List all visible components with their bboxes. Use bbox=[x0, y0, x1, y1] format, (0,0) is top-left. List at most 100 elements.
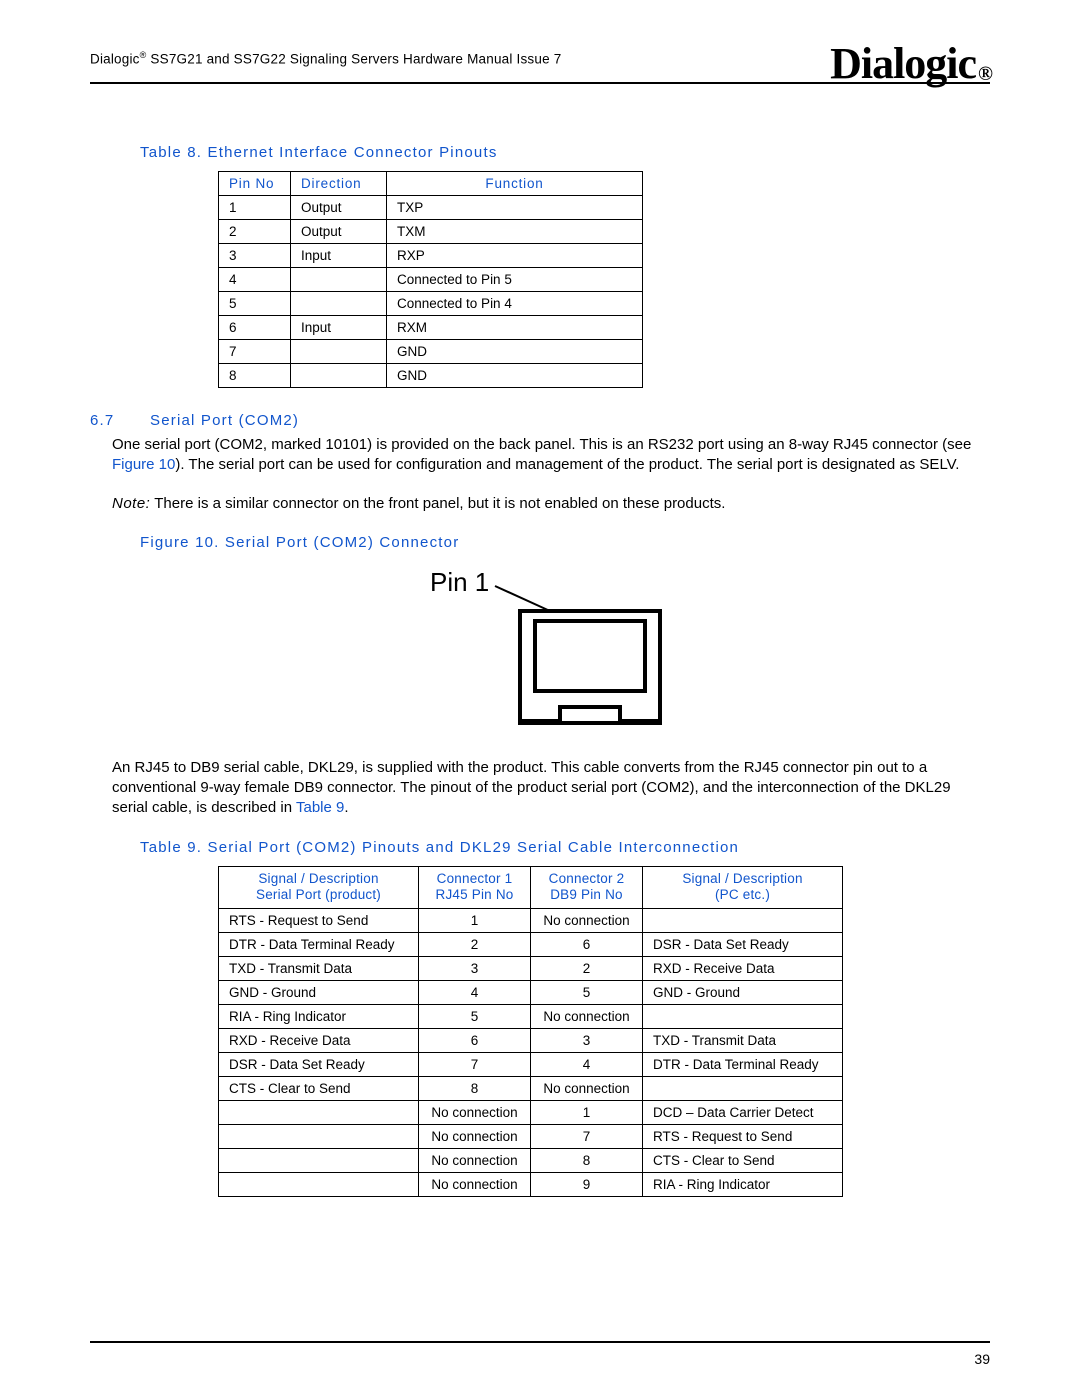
th-pin-no: Pin No bbox=[219, 172, 291, 196]
table-row: DSR - Data Set Ready74DTR - Data Termina… bbox=[219, 1053, 843, 1077]
cell: Connected to Pin 5 bbox=[387, 268, 643, 292]
cell: No connection bbox=[531, 1005, 643, 1029]
cell: No connection bbox=[419, 1173, 531, 1197]
figure-10-link[interactable]: Figure 10 bbox=[112, 456, 175, 473]
cell bbox=[219, 1125, 419, 1149]
cell: 5 bbox=[219, 292, 291, 316]
cell: DTR - Data Terminal Ready bbox=[219, 933, 419, 957]
table-row: 3InputRXP bbox=[219, 244, 643, 268]
table-row: 8 GND bbox=[219, 364, 643, 388]
table-row: 4 Connected to Pin 5 bbox=[219, 268, 643, 292]
figure10-caption: Figure 10. Serial Port (COM2) Connector bbox=[140, 534, 990, 551]
cell bbox=[291, 364, 387, 388]
cell: RXD - Receive Data bbox=[219, 1029, 419, 1053]
cell: 7 bbox=[419, 1053, 531, 1077]
cell: Output bbox=[291, 196, 387, 220]
logo-text: Dialogic bbox=[830, 39, 976, 88]
cell: DSR - Data Set Ready bbox=[219, 1053, 419, 1077]
cell bbox=[643, 1077, 843, 1101]
cell: 6 bbox=[531, 933, 643, 957]
note-text: There is a similar connector on the fron… bbox=[150, 495, 725, 512]
dialogic-logo: Dialogic® bbox=[830, 42, 990, 86]
cell: No connection bbox=[419, 1149, 531, 1173]
note-label: Note: bbox=[112, 495, 150, 512]
cell: 1 bbox=[531, 1101, 643, 1125]
cell bbox=[219, 1149, 419, 1173]
cell: 2 bbox=[219, 220, 291, 244]
cell: 4 bbox=[531, 1053, 643, 1077]
para-after-figure: An RJ45 to DB9 serial cable, DKL29, is s… bbox=[112, 758, 990, 819]
table-row: No connection8CTS - Clear to Send bbox=[219, 1149, 843, 1173]
cell bbox=[219, 1101, 419, 1125]
section-6-7-note: Note: There is a similar connector on th… bbox=[112, 494, 990, 514]
table-row: No connection9RIA - Ring Indicator bbox=[219, 1173, 843, 1197]
table-row: TXD - Transmit Data32RXD - Receive Data bbox=[219, 957, 843, 981]
table-9-link[interactable]: Table 9 bbox=[296, 799, 344, 816]
table-row: RXD - Receive Data63TXD - Transmit Data bbox=[219, 1029, 843, 1053]
cell: No connection bbox=[531, 1077, 643, 1101]
cell: RTS - Request to Send bbox=[219, 909, 419, 933]
cell bbox=[219, 1173, 419, 1197]
cell: GND bbox=[387, 364, 643, 388]
table9-caption: Table 9. Serial Port (COM2) Pinouts and … bbox=[140, 839, 990, 856]
cell: 1 bbox=[219, 196, 291, 220]
cell: 4 bbox=[219, 268, 291, 292]
cell: Input bbox=[291, 244, 387, 268]
cell: 4 bbox=[419, 981, 531, 1005]
header-brand: Dialogic bbox=[90, 51, 140, 66]
cell: DCD – Data Carrier Detect bbox=[643, 1101, 843, 1125]
table-row: GND - Ground45GND - Ground bbox=[219, 981, 843, 1005]
header-rest: SS7G21 and SS7G22 Signaling Servers Hard… bbox=[146, 51, 561, 66]
table-row: RTS - Request to Send1No connection bbox=[219, 909, 843, 933]
cell: DSR - Data Set Ready bbox=[643, 933, 843, 957]
para-text: . bbox=[344, 799, 348, 816]
cell: 9 bbox=[531, 1173, 643, 1197]
cell bbox=[643, 909, 843, 933]
cell: TXM bbox=[387, 220, 643, 244]
cell: Output bbox=[291, 220, 387, 244]
cell: 5 bbox=[419, 1005, 531, 1029]
cell: RIA - Ring Indicator bbox=[643, 1173, 843, 1197]
table-row: 2OutputTXM bbox=[219, 220, 643, 244]
table-row: No connection1DCD – Data Carrier Detect bbox=[219, 1101, 843, 1125]
cell: No connection bbox=[419, 1101, 531, 1125]
cell: Input bbox=[291, 316, 387, 340]
table9: Signal / Description Serial Port (produc… bbox=[218, 866, 843, 1198]
cell: GND - Ground bbox=[219, 981, 419, 1005]
cell: TXP bbox=[387, 196, 643, 220]
logo-reg: ® bbox=[978, 63, 992, 85]
table-row: 1OutputTXP bbox=[219, 196, 643, 220]
cell: RXM bbox=[387, 316, 643, 340]
cell: TXD - Transmit Data bbox=[219, 957, 419, 981]
figure10: Pin 1 bbox=[90, 561, 990, 736]
para-text: An RJ45 to DB9 serial cable, DKL29, is s… bbox=[112, 759, 951, 817]
cell: 6 bbox=[219, 316, 291, 340]
th-signal-desc-product: Signal / Description Serial Port (produc… bbox=[219, 866, 419, 909]
cell: RXD - Receive Data bbox=[643, 957, 843, 981]
cell: 2 bbox=[419, 933, 531, 957]
table8: Pin No Direction Function 1OutputTXP 2Ou… bbox=[218, 171, 643, 388]
cell bbox=[643, 1005, 843, 1029]
cell: GND bbox=[387, 340, 643, 364]
cell: 8 bbox=[219, 364, 291, 388]
section-number: 6.7 bbox=[90, 412, 150, 429]
section-title: Serial Port (COM2) bbox=[150, 412, 299, 429]
th-function: Function bbox=[387, 172, 643, 196]
table8-caption: Table 8. Ethernet Interface Connector Pi… bbox=[140, 144, 990, 161]
cell bbox=[291, 268, 387, 292]
pin1-label: Pin 1 bbox=[430, 567, 489, 597]
page-number: 39 bbox=[90, 1341, 990, 1367]
table-row: CTS - Clear to Send8No connection bbox=[219, 1077, 843, 1101]
table-row: DTR - Data Terminal Ready26DSR - Data Se… bbox=[219, 933, 843, 957]
running-header-text: Dialogic® SS7G21 and SS7G22 Signaling Se… bbox=[90, 50, 561, 67]
para-text: ). The serial port can be used for confi… bbox=[175, 456, 959, 473]
page-header: Dialogic® SS7G21 and SS7G22 Signaling Se… bbox=[90, 36, 990, 84]
table9-header-row: Signal / Description Serial Port (produc… bbox=[219, 866, 843, 909]
cell: RIA - Ring Indicator bbox=[219, 1005, 419, 1029]
table-row: No connection7RTS - Request to Send bbox=[219, 1125, 843, 1149]
cell: CTS - Clear to Send bbox=[643, 1149, 843, 1173]
cell: GND - Ground bbox=[643, 981, 843, 1005]
cell bbox=[291, 292, 387, 316]
cell: 7 bbox=[219, 340, 291, 364]
cell: 8 bbox=[531, 1149, 643, 1173]
